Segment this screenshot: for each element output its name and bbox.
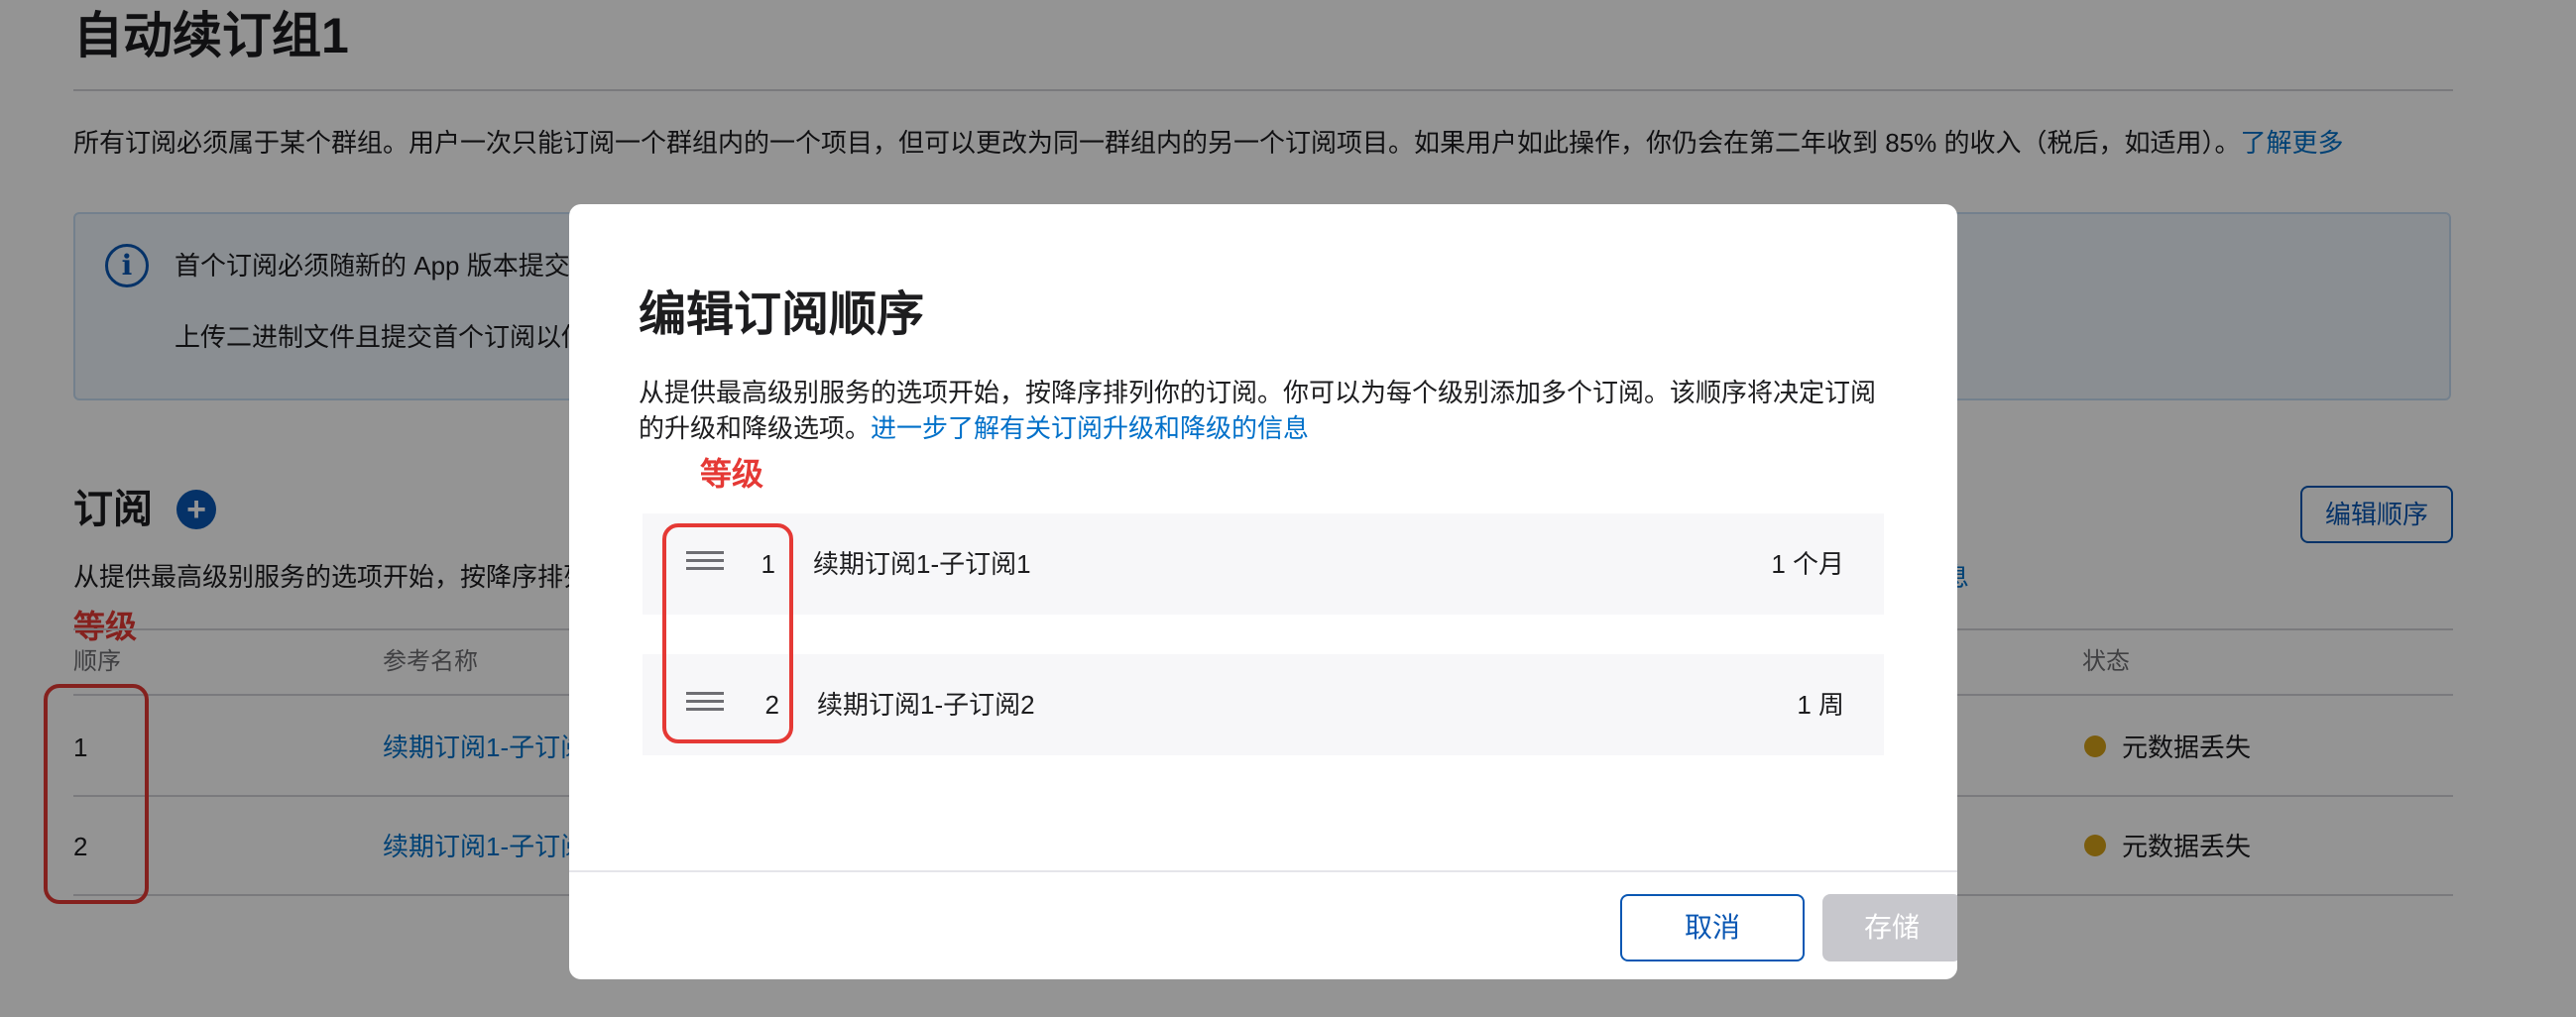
save-button[interactable]: 存储 bbox=[1822, 894, 1957, 961]
row-duration: 1 周 bbox=[1797, 690, 1844, 720]
modal-title: 编辑订阅顺序 bbox=[639, 288, 925, 341]
order-row-2[interactable]: 2 续期订阅1-子订阅2 1 周 bbox=[643, 654, 1884, 755]
app-page: 自动续订组1 所有订阅必须属于某个群组。用户一次只能订阅一个群组内的一个项目，但… bbox=[0, 0, 2576, 1017]
modal-footer-divider bbox=[569, 870, 1957, 872]
order-row-1[interactable]: 1 续期订阅1-子订阅1 1 个月 bbox=[643, 513, 1884, 615]
row-subscription-name: 续期订阅1-子订阅1 bbox=[813, 549, 1031, 579]
cancel-button[interactable]: 取消 bbox=[1620, 894, 1805, 961]
learn-upgrade-link[interactable]: 进一步了解有关订阅升级和降级的信息 bbox=[871, 413, 1309, 443]
row-subscription-name: 续期订阅1-子订阅2 bbox=[817, 690, 1035, 720]
edit-order-modal: 编辑订阅顺序 从提供最高级别服务的选项开始，按降序排列你的订阅。你可以为每个级别… bbox=[569, 204, 1957, 979]
annotation-box-modal bbox=[662, 523, 793, 743]
row-duration: 1 个月 bbox=[1771, 549, 1844, 579]
tier-annotation: 等级 bbox=[700, 456, 764, 492]
modal-description: 从提供最高级别服务的选项开始，按降序排列你的订阅。你可以为每个级别添加多个订阅。… bbox=[639, 375, 1898, 446]
